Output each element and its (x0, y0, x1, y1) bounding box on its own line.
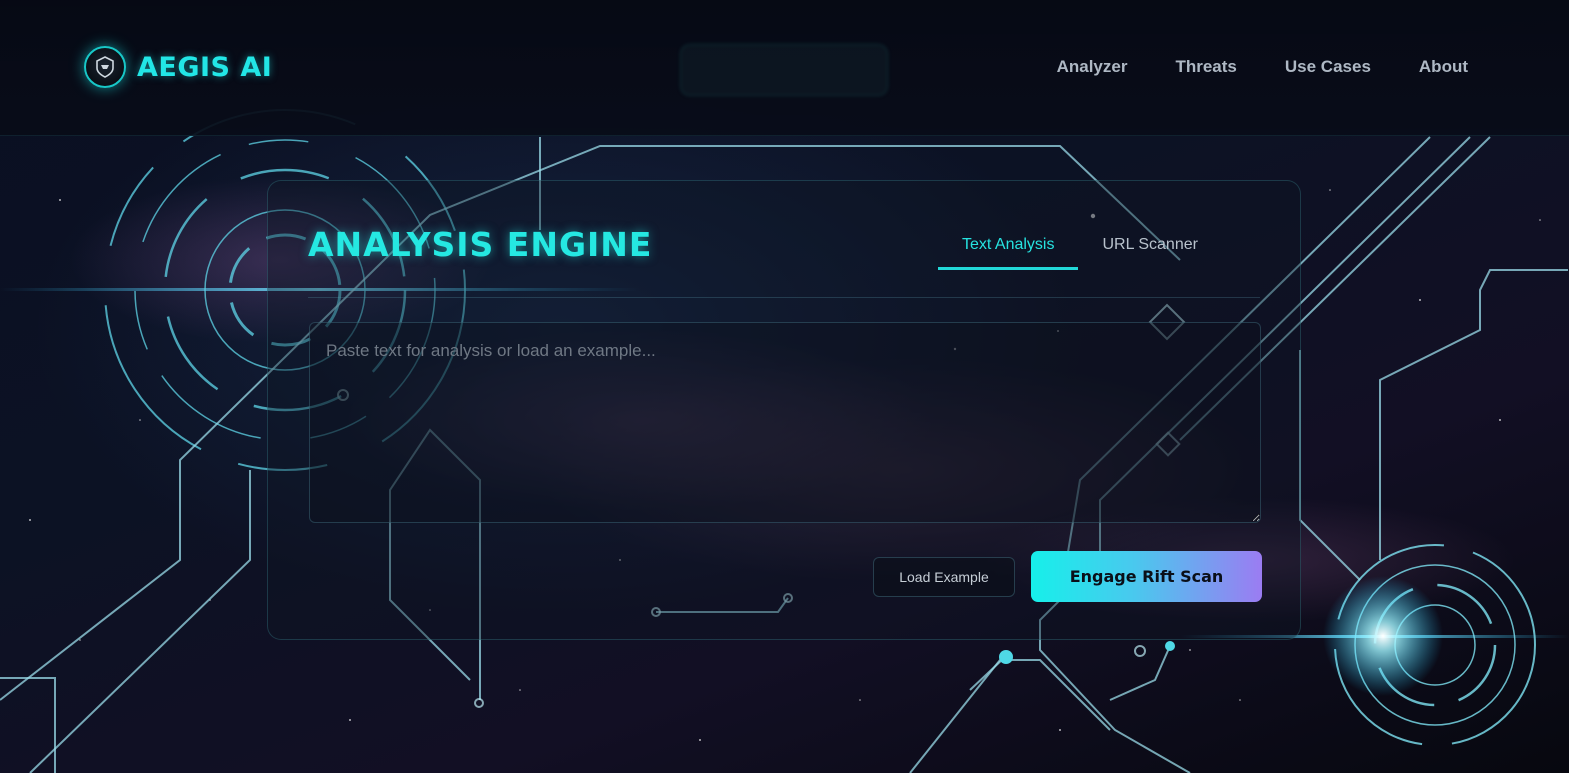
nav-item-use-cases[interactable]: Use Cases (1285, 57, 1371, 77)
tab-text-analysis[interactable]: Text Analysis (938, 229, 1079, 270)
divider (308, 297, 1260, 298)
engage-scan-button[interactable]: Engage Rift Scan (1031, 551, 1262, 602)
nav-item-threats[interactable]: Threats (1175, 57, 1236, 77)
blurred-header-button (680, 44, 888, 96)
main-nav: Analyzer Threats Use Cases About (1057, 57, 1468, 77)
page-title: ANALYSIS ENGINE (308, 225, 653, 264)
analysis-panel: ANALYSIS ENGINE Text Analysis URL Scanne… (267, 180, 1301, 640)
nav-item-about[interactable]: About (1419, 57, 1468, 77)
load-example-button[interactable]: Load Example (873, 557, 1015, 597)
site-header: AEGIS AI Analyzer Threats Use Cases Abou… (0, 0, 1569, 136)
analysis-text-input[interactable] (309, 322, 1261, 523)
shield-helmet-icon (84, 46, 126, 88)
analysis-tabs: Text Analysis URL Scanner (938, 229, 1222, 271)
brand[interactable]: AEGIS AI (84, 44, 272, 90)
nav-item-analyzer[interactable]: Analyzer (1057, 57, 1128, 77)
brand-name: AEGIS AI (137, 51, 273, 83)
tab-url-scanner[interactable]: URL Scanner (1078, 229, 1221, 270)
